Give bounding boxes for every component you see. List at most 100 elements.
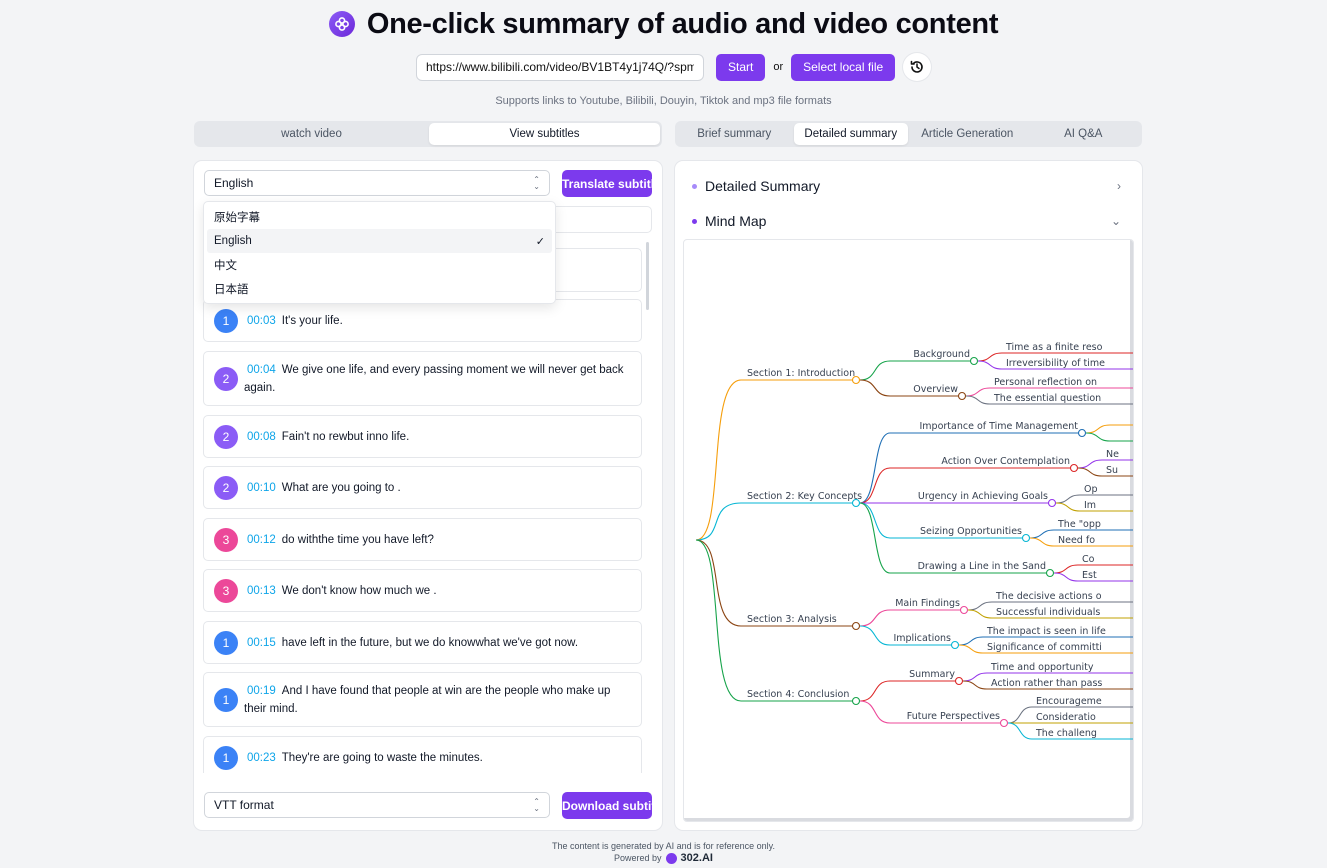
- subtitle-item[interactable]: 1 00:19 And I have found that people at wi…: [203, 672, 642, 727]
- subtitle-item[interactable]: 1 00:15 have left in the future, but we do…: [203, 621, 642, 664]
- subtitle-scrollbar[interactable]: [646, 242, 649, 310]
- subtitle-item[interactable]: 3 00:12 do withthe time you have left?: [203, 518, 642, 561]
- mindmap-node[interactable]: [1021, 533, 1031, 543]
- download-subtitles-button[interactable]: Download subtitles: [562, 792, 652, 819]
- subtitle-item[interactable]: 2 00:04 We give one life, and every passin…: [203, 351, 642, 406]
- subtitle-item[interactable]: 2 00:08 Fain't no rewbut inno life.: [203, 415, 642, 458]
- mindmap-topic-label: Background: [913, 349, 970, 360]
- mindmap-leaf-label: Action rather than pass: [991, 678, 1102, 689]
- language-select[interactable]: English ⌃ ⌄: [204, 170, 550, 196]
- format-select[interactable]: VTT format ⌃ ⌄: [204, 792, 550, 818]
- ai-disclaimer: The content is generated by AI and is fo…: [552, 841, 775, 851]
- chevron-updown-icon: ⌃ ⌄: [533, 175, 540, 191]
- mindmap-node[interactable]: [999, 718, 1009, 728]
- timestamp-link[interactable]: 00:03: [247, 315, 276, 327]
- supported-formats-text: Supports links to Youtube, Bilibili, Dou…: [495, 95, 832, 107]
- dropdown-option-english[interactable]: English ✓: [207, 229, 552, 253]
- mind-map-canvas[interactable]: Section 1: Introduction Background Time as…: [683, 239, 1134, 822]
- timestamp-link[interactable]: 00:15: [247, 637, 276, 649]
- subtitle-line: 00:12 do withthe time you have left?: [238, 531, 434, 549]
- mindmap-node[interactable]: [1077, 428, 1087, 438]
- timestamp-link[interactable]: 00:12: [247, 534, 276, 546]
- footer: The content is generated by AI and is fo…: [0, 840, 1327, 864]
- mindmap-node[interactable]: [851, 375, 861, 385]
- subtitle-text: It's your life.: [281, 314, 343, 327]
- tab-brief-summary[interactable]: Brief summary: [677, 123, 792, 145]
- mindmap-topic-label: Seizing Opportunities: [920, 526, 1022, 537]
- mindmap-topic-label: Main Findings: [895, 598, 960, 609]
- tab-ai-qa[interactable]: AI Q&A: [1027, 123, 1141, 145]
- subtitle-text: We give one life, and every passing mome…: [244, 363, 624, 394]
- detailed-summary-section[interactable]: Detailed Summary ›: [692, 178, 1121, 194]
- brand-name[interactable]: 302.AI: [681, 852, 713, 864]
- subtitle-item[interactable]: 3 00:13 We don't know how much we .: [203, 569, 642, 612]
- format-select-value: VTT format: [214, 798, 274, 812]
- bullet-dot-icon: [692, 218, 697, 224]
- timestamp-link[interactable]: 00:13: [247, 585, 276, 597]
- detailed-summary-label: Detailed Summary: [705, 178, 821, 194]
- mindmap-leaf-label: Significance of committi: [987, 642, 1102, 653]
- start-button[interactable]: Start: [716, 53, 766, 81]
- tab-detailed-summary[interactable]: Detailed summary: [793, 123, 908, 145]
- speaker-badge: 2: [214, 475, 238, 500]
- timestamp-link[interactable]: 00:08: [247, 431, 276, 443]
- speaker-badge: 1: [214, 630, 238, 655]
- subtitle-text: do withthe time you have left?: [281, 533, 434, 546]
- dropdown-option-chinese[interactable]: 中文: [207, 253, 552, 277]
- history-icon[interactable]: [903, 53, 932, 81]
- tab-article-generation[interactable]: Article Generation: [910, 123, 1025, 145]
- subtitle-item[interactable]: 2 00:10 What are you going to .: [203, 466, 642, 509]
- mindmap-topic-label: Importance of Time Management: [920, 421, 1079, 432]
- mindmap-node[interactable]: [851, 621, 861, 631]
- mindmap-branch: [1085, 432, 1133, 442]
- mindmap-node[interactable]: [851, 498, 861, 508]
- tab-watch-video[interactable]: watch video: [196, 123, 427, 145]
- mindmap-branch: [859, 609, 964, 627]
- mindmap-node[interactable]: [969, 356, 979, 366]
- mindmap-topic-label: Urgency in Achieving Goals: [918, 491, 1048, 502]
- tab-view-subtitles[interactable]: View subtitles: [429, 123, 660, 145]
- subtitle-text: have left in the future, but we do knoww…: [281, 636, 579, 649]
- subtitle-item[interactable]: 1 00:03 It's your life.: [203, 299, 642, 342]
- subtitle-line: 00:15 have left in the future, but we do …: [238, 634, 578, 652]
- timestamp-link[interactable]: 00:10: [247, 482, 276, 494]
- subtitle-line: 00:10 What are you going to .: [238, 479, 401, 497]
- mindmap-leaf-label: Op: [1084, 484, 1098, 495]
- mindmap-topic-label: Drawing a Line in the Sand: [918, 561, 1046, 572]
- mindmap-node[interactable]: [1045, 568, 1055, 578]
- mindmap-node[interactable]: [851, 696, 861, 706]
- subtitle-item[interactable]: 1 00:23 They're are going to waste the min…: [203, 736, 642, 773]
- mindmap-node[interactable]: [954, 676, 964, 686]
- subtitle-list: 1 00:03 It's your life. 2 00:04 We give one l…: [203, 247, 643, 773]
- language-dropdown: 原始字幕 English ✓ 中文 日本語: [203, 201, 556, 304]
- mindmap-leaf-label: The essential question: [993, 393, 1101, 404]
- url-row: Start or Select local file: [416, 53, 932, 81]
- mind-map-section[interactable]: Mind Map ⌄: [692, 213, 1121, 229]
- mindmap-node[interactable]: [957, 391, 967, 401]
- translate-subtitles-button[interactable]: Translate subtitles: [562, 170, 652, 197]
- mindmap-section-label: Section 3: Analysis: [747, 614, 837, 625]
- mindmap-node[interactable]: [1047, 498, 1057, 508]
- mindmap-leaf-label: Irreversibility of time: [1006, 358, 1105, 369]
- timestamp-link[interactable]: 00:19: [247, 685, 276, 697]
- page-title: One-click summary of audio and video con…: [366, 7, 999, 40]
- dropdown-option-original[interactable]: 原始字幕: [207, 205, 552, 229]
- check-icon: ✓: [535, 235, 545, 248]
- mindmap-node[interactable]: [950, 640, 960, 650]
- select-local-file-button[interactable]: Select local file: [791, 53, 896, 81]
- mindmap-branch: [1085, 424, 1133, 434]
- timestamp-link[interactable]: 00:23: [247, 752, 276, 764]
- mindmap-node[interactable]: [1069, 463, 1079, 473]
- speaker-badge: 3: [214, 578, 238, 603]
- timestamp-link[interactable]: 00:04: [247, 364, 276, 376]
- url-input[interactable]: [416, 53, 704, 81]
- right-tabs: Brief summary Detailed summary Article G…: [675, 121, 1142, 147]
- mindmap-leaf-label: Time as a finite reso: [1005, 342, 1103, 353]
- mindmap-section-label: Section 2: Key Concepts: [747, 491, 862, 502]
- subtitle-text: And I have found that people at win are …: [244, 684, 611, 715]
- powered-by-label: Powered by: [614, 853, 662, 863]
- speaker-badge: 1: [214, 745, 238, 770]
- dropdown-option-japanese[interactable]: 日本語: [207, 277, 552, 301]
- mindmap-node[interactable]: [959, 605, 969, 615]
- mindmap-topic-label: Overview: [913, 384, 958, 395]
